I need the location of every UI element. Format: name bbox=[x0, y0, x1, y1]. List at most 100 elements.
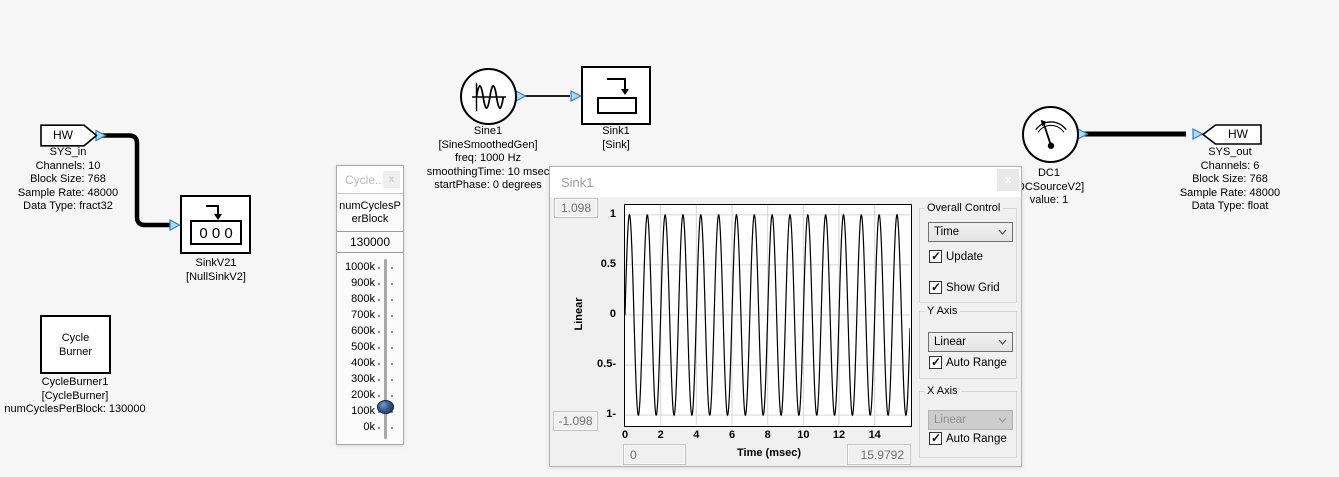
block-cycleburner[interactable]: Cycle Burner bbox=[40, 315, 111, 374]
scope-plot-area bbox=[624, 204, 912, 427]
slider-window: Cycle... x numCyclesPerBlock 130000 1000… bbox=[336, 165, 404, 445]
overall-control-dropdown[interactable]: Time bbox=[928, 222, 1013, 242]
y-auto-range-checkbox-row[interactable]: ✓ Auto Range bbox=[929, 356, 1007, 369]
overall-control-dropdown-value: Time bbox=[934, 226, 959, 238]
chevron-down-icon bbox=[998, 417, 1007, 423]
meter-gauge-icon bbox=[1026, 110, 1076, 160]
x-axis-scale-value: Linear bbox=[934, 414, 966, 426]
chevron-down-icon bbox=[998, 229, 1007, 235]
slider-tick-row: 200k bbox=[337, 388, 403, 404]
y-axis-scale-dropdown[interactable]: Linear bbox=[928, 332, 1013, 352]
x-min-input[interactable]: 0 bbox=[623, 444, 686, 465]
block-prop: Channels: 10 bbox=[0, 160, 136, 174]
block-caption-sine1: Sine1 [SineSmoothedGen] freq: 1000 Hzsmo… bbox=[408, 125, 568, 193]
block-name: CycleBurner1 bbox=[0, 376, 155, 390]
slider-tick-row: 1000k bbox=[337, 260, 403, 276]
block-caption-sinkv21: SinkV21 [NullSinkV2] bbox=[146, 257, 286, 284]
block-type: [NullSinkV2] bbox=[146, 271, 286, 285]
block-prop: smoothingTime: 10 msec bbox=[408, 166, 568, 180]
x-axis-scale-dropdown: Linear bbox=[928, 410, 1013, 430]
output-port-arrow-sine1[interactable] bbox=[516, 91, 526, 101]
show-grid-checkbox-label: Show Grid bbox=[946, 282, 1000, 294]
x-axis-title: Time (msec) bbox=[694, 447, 844, 459]
svg-text:0 0 0: 0 0 0 bbox=[199, 225, 232, 242]
x-axis-group-label: X Axis bbox=[924, 385, 961, 397]
y-min-readout: -1.098 bbox=[553, 411, 598, 431]
y-axis-group-label: Y Axis bbox=[924, 305, 960, 317]
tick-dot bbox=[378, 363, 380, 365]
block-type: [CycleBurner] bbox=[0, 390, 155, 404]
schematic-canvas: HW SYS_in Channels: 10Block Size: 768Sam… bbox=[0, 0, 1339, 477]
slider-tick-row: 900k bbox=[337, 276, 403, 292]
block-prop: Block Size: 768 bbox=[0, 173, 136, 187]
x-auto-range-checkbox-row[interactable]: ✓ Auto Range bbox=[929, 432, 1007, 445]
y-axis-title: Linear bbox=[573, 284, 585, 344]
slider-tick-row: 400k bbox=[337, 356, 403, 372]
update-checkbox-row[interactable]: ✓ Update bbox=[929, 250, 983, 263]
block-name: SinkV21 bbox=[146, 257, 286, 271]
tick-dot bbox=[391, 331, 393, 333]
input-port-arrow-sink1[interactable] bbox=[571, 91, 581, 101]
block-sink1[interactable] bbox=[581, 66, 651, 125]
block-caption-sys-out: SYS_out Channels: 6Block Size: 768Sample… bbox=[1160, 146, 1300, 214]
slider-tick-label: 800k bbox=[351, 293, 375, 305]
checkmark-icon: ✓ bbox=[931, 431, 941, 445]
slider-tick-label: 300k bbox=[351, 373, 375, 385]
block-sinkv21[interactable]: 0 0 0 bbox=[180, 195, 251, 254]
y-auto-range-checkbox[interactable]: ✓ bbox=[929, 356, 942, 369]
tick-dot bbox=[391, 299, 393, 301]
x-tick-label: 8 bbox=[756, 429, 780, 441]
x-tick-label: 6 bbox=[720, 429, 744, 441]
tick-dot bbox=[378, 379, 380, 381]
x-tick-label: 2 bbox=[649, 429, 673, 441]
block-prop: Channels: 6 bbox=[1160, 160, 1300, 174]
chevron-down-icon bbox=[998, 339, 1007, 345]
block-name: SYS_out bbox=[1160, 146, 1300, 160]
slider-tick-label: 1000k bbox=[345, 261, 375, 273]
x-max-input[interactable]: 15.9792 bbox=[847, 444, 911, 465]
sine-wave-icon bbox=[464, 72, 514, 122]
input-port-arrow-sinkv21[interactable] bbox=[170, 220, 180, 230]
slider-window-close-button[interactable]: x bbox=[383, 171, 400, 188]
block-caption-cycleburner: CycleBurner1 [CycleBurner] numCyclesPerB… bbox=[0, 376, 155, 417]
slider-tick-row: 700k bbox=[337, 308, 403, 324]
tick-dot bbox=[391, 427, 393, 429]
tick-dot bbox=[378, 395, 380, 397]
block-dc1[interactable] bbox=[1022, 106, 1079, 163]
slider-tick-label: 400k bbox=[351, 357, 375, 369]
block-name: Sink1 bbox=[566, 125, 666, 139]
update-checkbox[interactable]: ✓ bbox=[929, 250, 942, 263]
slider-tick-row: 500k bbox=[337, 340, 403, 356]
slider-tick-label: 600k bbox=[351, 325, 375, 337]
output-port-arrow-dc1[interactable] bbox=[1078, 129, 1088, 139]
slider-tick-label: 500k bbox=[351, 341, 375, 353]
block-sine1[interactable] bbox=[460, 68, 517, 125]
scope-window-close-button[interactable]: x bbox=[997, 169, 1019, 191]
slider-tick-label: 700k bbox=[351, 309, 375, 321]
slider-tick-row: 600k bbox=[337, 324, 403, 340]
show-grid-checkbox-row[interactable]: ✓ Show Grid bbox=[929, 281, 1000, 294]
tick-dot bbox=[378, 347, 380, 349]
slider-tick-row: 800k bbox=[337, 292, 403, 308]
overall-control-group-label: Overall Control bbox=[924, 202, 1003, 214]
slider-window-titlebar[interactable]: Cycle... x bbox=[337, 166, 403, 194]
tick-dot bbox=[391, 395, 393, 397]
x-auto-range-checkbox[interactable]: ✓ bbox=[929, 432, 942, 445]
slider-window-title: Cycle... bbox=[345, 173, 385, 187]
block-name: Sine1 bbox=[408, 125, 568, 139]
slider-value-box[interactable]: 130000 bbox=[337, 232, 403, 253]
x-tick-label: 4 bbox=[684, 429, 708, 441]
tick-dot bbox=[378, 283, 380, 285]
y-axis-scale-value: Linear bbox=[934, 336, 966, 348]
block-caption-sys-in: SYS_in Channels: 10Block Size: 768Sample… bbox=[0, 146, 136, 214]
x-tick-label: 14 bbox=[863, 429, 887, 441]
slider-tick-label: 900k bbox=[351, 277, 375, 289]
x-tick-label: 12 bbox=[827, 429, 851, 441]
tick-dot bbox=[391, 379, 393, 381]
slider-tick-label: 200k bbox=[351, 389, 375, 401]
scope-window: Sink1 x 1.098 -1.098 Linear 10.50-0.5-1 … bbox=[549, 166, 1022, 467]
show-grid-checkbox[interactable]: ✓ bbox=[929, 281, 942, 294]
tick-dot bbox=[391, 347, 393, 349]
scope-window-titlebar[interactable]: Sink1 x bbox=[550, 167, 1021, 197]
block-prop: Data Type: fract32 bbox=[0, 200, 136, 214]
